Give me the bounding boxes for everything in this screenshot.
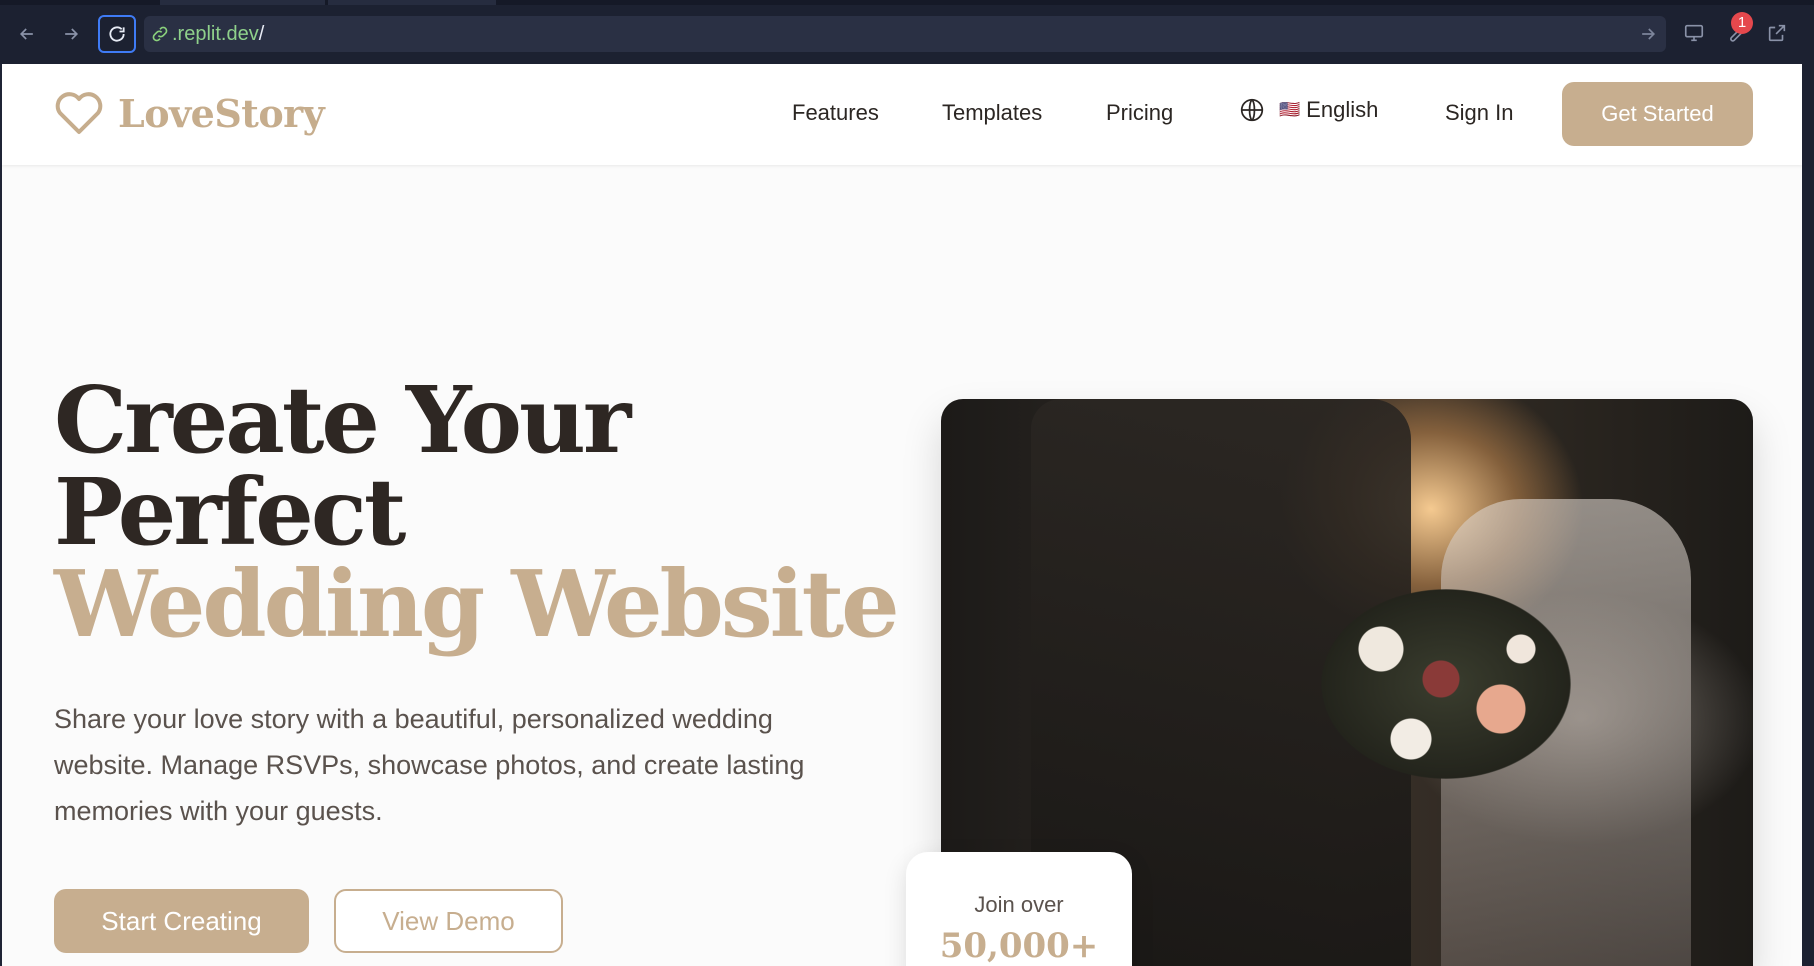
url-text: .replit.dev/ (172, 23, 264, 46)
open-external-button[interactable] (1761, 17, 1793, 49)
stats-card: Join over 50,000+ (906, 852, 1132, 966)
tab[interactable] (328, 0, 496, 5)
reload-icon (109, 26, 125, 42)
page-viewport: LoveStory Features Templates Pricing 🇺🇸 … (2, 64, 1802, 966)
stats-label: Join over (974, 892, 1064, 917)
hero-title-line1: Create Your (54, 366, 631, 474)
tab-strip (0, 0, 1814, 5)
tab[interactable] (160, 0, 325, 5)
logo[interactable]: LoveStory (54, 90, 325, 136)
globe-icon (1240, 98, 1264, 122)
reload-button[interactable] (98, 15, 136, 53)
hero-title: Create Your Perfect Wedding Website (54, 366, 900, 658)
flag-icon: 🇺🇸 (1279, 100, 1301, 119)
nav-pricing[interactable]: Pricing (1106, 100, 1173, 126)
external-link-icon (1768, 24, 1786, 42)
photo-bouquet (1321, 589, 1571, 779)
get-started-button[interactable]: Get Started (1562, 82, 1753, 146)
address-bar[interactable]: .replit.dev/ (144, 16, 1666, 52)
back-button[interactable] (10, 17, 44, 51)
forward-button[interactable] (54, 17, 88, 51)
language-label: English (1306, 97, 1379, 122)
start-creating-button[interactable]: Start Creating (54, 889, 309, 953)
site-header: LoveStory Features Templates Pricing 🇺🇸 … (2, 64, 1802, 165)
language-selector[interactable]: 🇺🇸 English (1239, 97, 1378, 123)
url-path: / (258, 23, 265, 45)
hero-subtitle: Share your love story with a beautiful, … (54, 704, 805, 826)
hero-title-accent: Wedding Website (54, 550, 900, 658)
nav-features[interactable]: Features (792, 100, 879, 126)
hero-title-line2: Perfect (54, 458, 406, 566)
link-icon (152, 26, 168, 42)
go-arrow-icon[interactable] (1638, 24, 1658, 44)
monitor-icon (1684, 24, 1704, 42)
arrow-left-icon (19, 28, 33, 40)
nav-sign-in[interactable]: Sign In (1445, 100, 1514, 126)
nav-templates[interactable]: Templates (942, 100, 1042, 126)
heart-icon (55, 92, 103, 134)
browser-toolbar: .replit.dev/ 1 (0, 0, 1814, 64)
logo-text: LoveStory (118, 90, 325, 136)
view-demo-button[interactable]: View Demo (334, 889, 563, 953)
stats-value: 50,000+ (939, 926, 1099, 966)
url-host: .replit.dev (172, 23, 259, 45)
scrollbar[interactable] (1802, 64, 1814, 966)
devices-button[interactable] (1678, 17, 1710, 49)
notification-badge: 1 (1731, 12, 1753, 34)
arrow-right-icon (65, 28, 79, 40)
